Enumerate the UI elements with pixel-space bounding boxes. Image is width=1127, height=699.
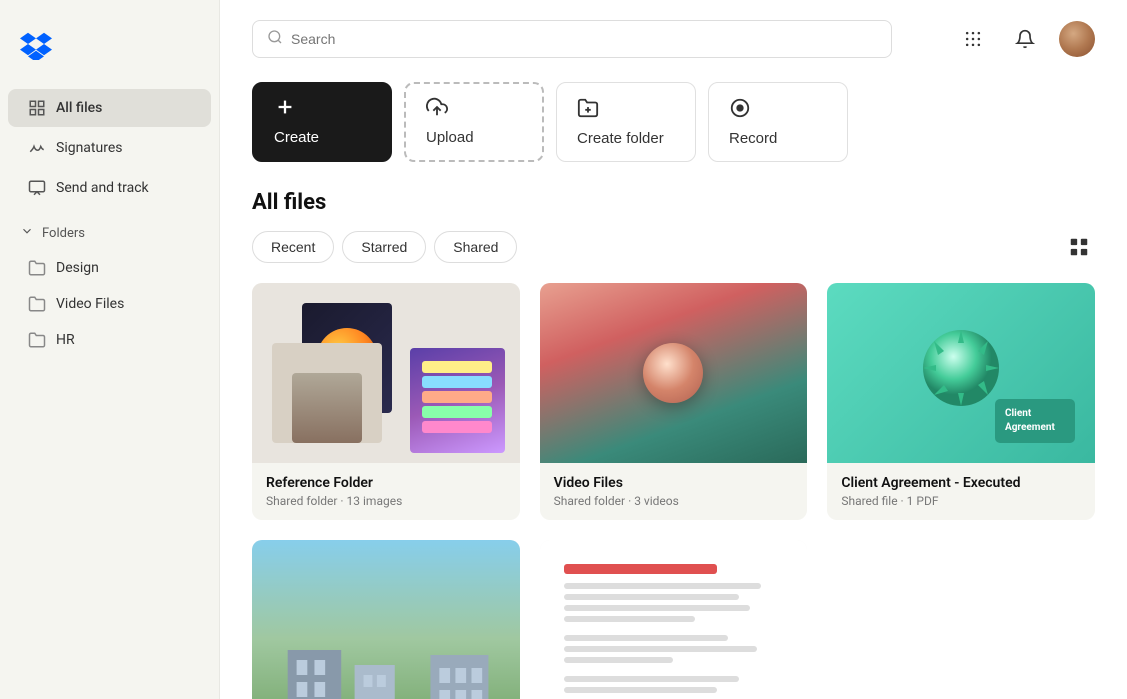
folder-hr[interactable]: HR bbox=[8, 323, 211, 357]
file-card-info: Video Files Shared folder · 3 videos bbox=[540, 463, 808, 520]
folder-design[interactable]: Design bbox=[8, 251, 211, 285]
file-card-document[interactable] bbox=[540, 540, 808, 699]
notifications-button[interactable] bbox=[1007, 21, 1043, 57]
file-card-outdoor[interactable] bbox=[252, 540, 520, 699]
folders-header[interactable]: Folders bbox=[0, 208, 219, 250]
plus-icon bbox=[274, 96, 296, 123]
all-files-icon bbox=[28, 99, 46, 117]
thumb-client: Client Agreement bbox=[827, 283, 1095, 463]
folder-icon bbox=[28, 331, 46, 349]
filter-tabs: Recent Starred Shared bbox=[252, 231, 1095, 263]
search-input[interactable] bbox=[291, 31, 877, 47]
upload-button-label: Upload bbox=[426, 129, 474, 146]
record-button-label: Record bbox=[729, 130, 777, 147]
building-svg bbox=[252, 640, 520, 699]
filter-tabs-group: Recent Starred Shared bbox=[252, 231, 517, 263]
folder-icon bbox=[28, 295, 46, 313]
folders-label: Folders bbox=[42, 226, 85, 241]
user-avatar[interactable] bbox=[1059, 21, 1095, 57]
topbar bbox=[252, 20, 1095, 58]
create-folder-button-label: Create folder bbox=[577, 130, 664, 147]
action-buttons: Create Upload Create folder bbox=[252, 82, 1095, 162]
section-title: All files bbox=[252, 190, 1095, 215]
grid-view-toggle[interactable] bbox=[1063, 231, 1095, 263]
chevron-down-icon bbox=[20, 224, 34, 242]
folder-design-label: Design bbox=[56, 260, 99, 276]
create-button-label: Create bbox=[274, 129, 319, 146]
topbar-icons bbox=[955, 21, 1095, 57]
sidebar-item-signatures[interactable]: Signatures bbox=[8, 129, 211, 167]
create-folder-button[interactable]: Create folder bbox=[556, 82, 696, 162]
sidebar-item-all-files-label: All files bbox=[56, 100, 102, 116]
dropbox-logo[interactable] bbox=[0, 20, 219, 88]
sidebar-item-send-and-track[interactable]: Send and track bbox=[8, 169, 211, 207]
folder-video-files-label: Video Files bbox=[56, 296, 124, 312]
file-card-meta: Shared folder · 3 videos bbox=[554, 494, 794, 508]
filter-tab-starred[interactable]: Starred bbox=[342, 231, 426, 263]
file-card-name: Video Files bbox=[554, 475, 794, 491]
upload-icon bbox=[426, 96, 448, 123]
file-card-name: Reference Folder bbox=[266, 475, 506, 491]
folder-plus-icon bbox=[577, 97, 599, 124]
file-card-info: Reference Folder Shared folder · 13 imag… bbox=[252, 463, 520, 520]
doc-lines bbox=[556, 556, 792, 699]
client-doc-overlay: Client Agreement bbox=[995, 399, 1075, 443]
folder-icon bbox=[28, 259, 46, 277]
main-content: Create Upload Create folder bbox=[220, 0, 1127, 699]
filter-tab-shared[interactable]: Shared bbox=[434, 231, 517, 263]
folder-video-files[interactable]: Video Files bbox=[8, 287, 211, 321]
file-card-meta: Shared folder · 13 images bbox=[266, 494, 506, 508]
client-doc-text: Client Agreement bbox=[1005, 407, 1065, 435]
search-bar[interactable] bbox=[252, 20, 892, 58]
search-icon bbox=[267, 29, 283, 49]
signatures-icon bbox=[28, 139, 46, 157]
file-card-client-agreement[interactable]: Client Agreement Client Agreement - Exec… bbox=[827, 283, 1095, 520]
file-card-reference-folder[interactable]: Reference Folder Shared folder · 13 imag… bbox=[252, 283, 520, 520]
file-card-video-files[interactable]: Video Files Shared folder · 3 videos bbox=[540, 283, 808, 520]
spiky-ball-svg bbox=[916, 323, 1006, 423]
thumb-doc bbox=[540, 540, 808, 699]
sidebar-item-send-and-track-label: Send and track bbox=[56, 180, 149, 196]
thumb-outdoor bbox=[252, 540, 520, 699]
file-grid: Reference Folder Shared folder · 13 imag… bbox=[252, 283, 1095, 699]
sidebar-item-all-files[interactable]: All files bbox=[8, 89, 211, 127]
sphere-decoration bbox=[643, 343, 703, 403]
sidebar-item-signatures-label: Signatures bbox=[56, 140, 123, 156]
sidebar: All files Signatures Send and track Fold… bbox=[0, 0, 220, 699]
file-card-name: Client Agreement - Executed bbox=[841, 475, 1081, 491]
create-button[interactable]: Create bbox=[252, 82, 392, 162]
thumb-reference bbox=[252, 283, 520, 463]
send-track-icon bbox=[28, 179, 46, 197]
record-button[interactable]: Record bbox=[708, 82, 848, 162]
apps-grid-button[interactable] bbox=[955, 21, 991, 57]
ref-img-mid bbox=[272, 343, 382, 443]
folder-hr-label: HR bbox=[56, 332, 75, 348]
upload-button[interactable]: Upload bbox=[404, 82, 544, 162]
file-card-info: Client Agreement - Executed Shared file … bbox=[827, 463, 1095, 520]
thumb-video bbox=[540, 283, 808, 463]
record-icon bbox=[729, 97, 751, 124]
file-card-meta: Shared file · 1 PDF bbox=[841, 494, 1081, 508]
filter-tab-recent[interactable]: Recent bbox=[252, 231, 334, 263]
ref-img-front bbox=[410, 348, 505, 453]
